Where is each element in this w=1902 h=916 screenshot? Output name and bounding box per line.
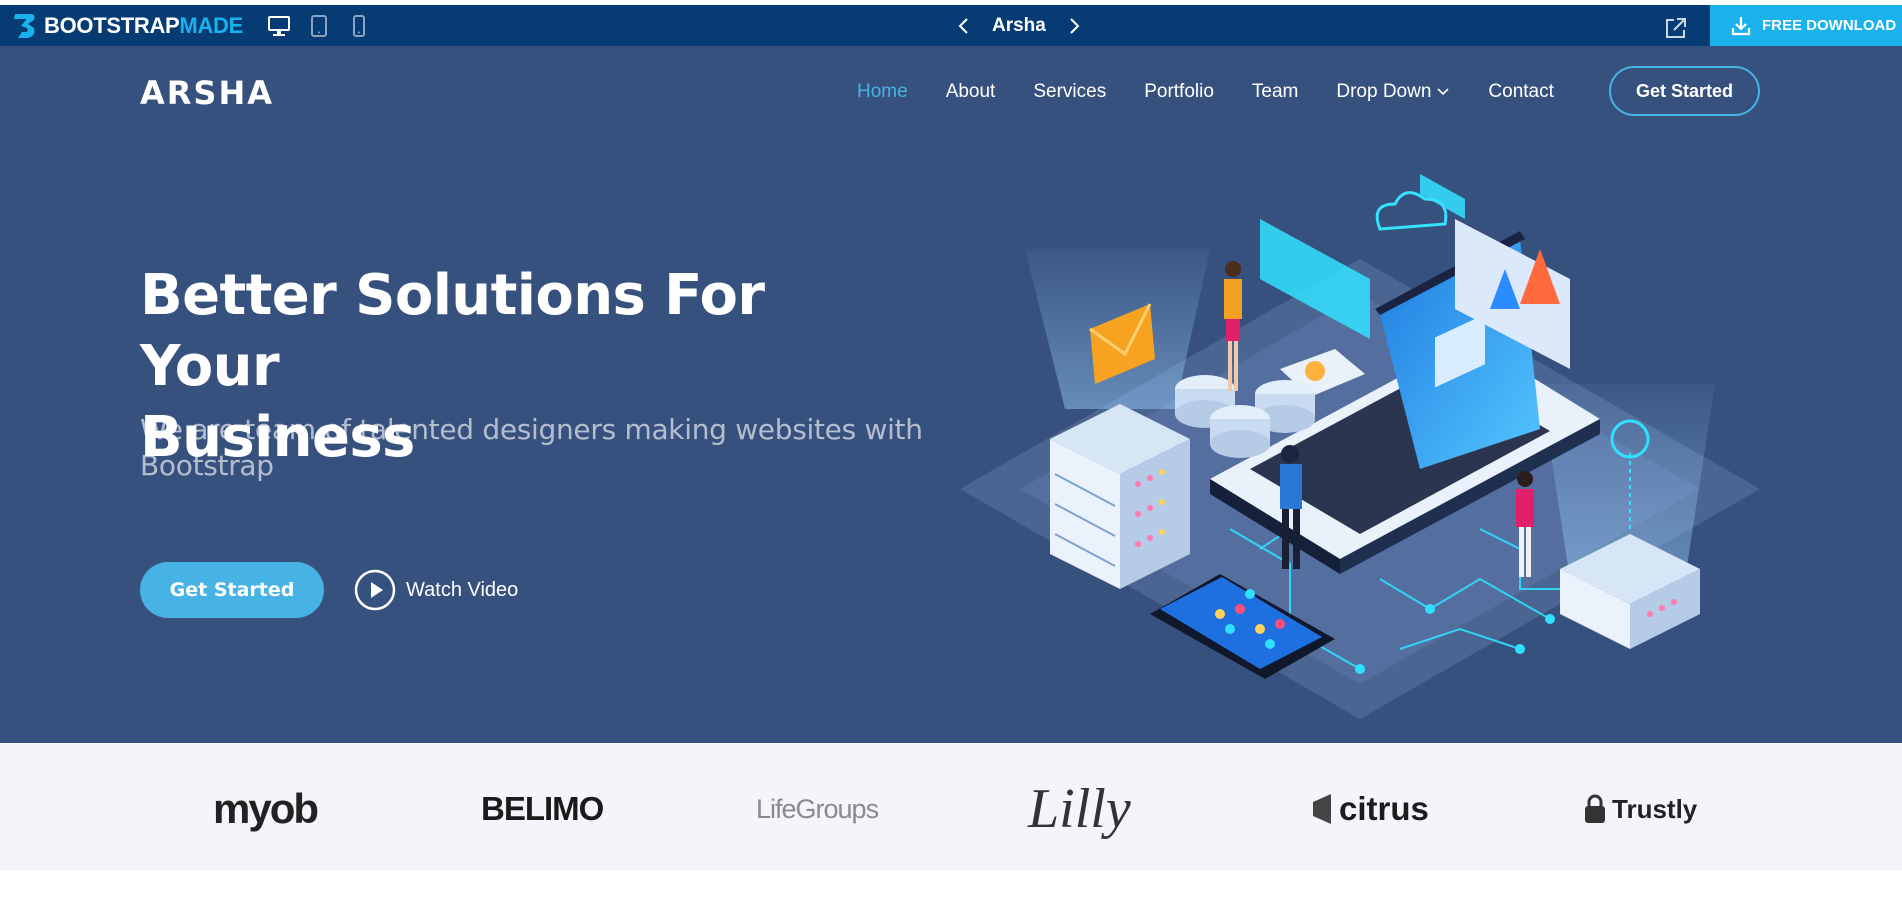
chevron-right-icon[interactable] — [1064, 16, 1084, 36]
hero-title-line1: Better Solutions For Your — [140, 263, 765, 399]
bootstrapmade-icon — [14, 14, 35, 38]
client-logo-belimo: BELIMO — [481, 790, 604, 827]
trustly-wordmark: Trustly — [1612, 793, 1698, 824]
client-logo-citrus: citrus — [1309, 779, 1429, 839]
citrus-mark-icon — [1313, 794, 1331, 824]
template-switcher: Arsha — [954, 15, 1084, 37]
free-download-button[interactable]: FREE DOWNLOAD — [1710, 5, 1902, 46]
nav-dropdown-label: Drop Down — [1336, 81, 1432, 102]
nav-portfolio[interactable]: Portfolio — [1144, 81, 1214, 103]
nav-team[interactable]: Team — [1252, 81, 1298, 103]
nav-contact[interactable]: Contact — [1488, 81, 1553, 103]
watch-video-button[interactable]: Watch Video — [354, 569, 518, 611]
hero-illustration — [960, 174, 1760, 719]
site-logo[interactable]: ARSHA — [140, 74, 274, 112]
desktop-icon[interactable] — [266, 14, 292, 38]
template-name: Arsha — [992, 15, 1046, 36]
play-circle-icon — [354, 569, 396, 611]
server-rack-left — [1050, 404, 1190, 589]
external-link-icon[interactable] — [1663, 15, 1689, 41]
bootstrapmade-wordmark: BOOTSTRAPMADE — [44, 13, 243, 38]
chevron-down-icon — [1437, 88, 1449, 96]
main-nav: Home About Services Portfolio Team Drop … — [857, 66, 1760, 116]
bootstrapmade-logo[interactable]: BOOTSTRAPMADE — [12, 12, 243, 40]
hero-subtitle: We are team of talented designers making… — [140, 413, 923, 482]
chevron-left-icon[interactable] — [954, 16, 974, 36]
client-logo-lifegroups: LifeGroups — [756, 793, 879, 824]
free-download-label: FREE DOWNLOAD — [1762, 17, 1897, 34]
client-logo-trustly: Trustly — [1582, 779, 1697, 839]
nav-services[interactable]: Services — [1033, 81, 1106, 103]
client-logo-myob: myob — [213, 785, 319, 832]
preview-bar: BOOTSTRAPMADE Arsha FREE DOWNLOAD — [0, 5, 1902, 46]
mobile-icon[interactable] — [346, 14, 372, 38]
citrus-wordmark: citrus — [1339, 790, 1429, 827]
device-switcher — [266, 14, 372, 38]
hero-section: ARSHA Home About Services Portfolio Team… — [0, 46, 1902, 743]
download-icon — [1731, 16, 1751, 35]
nav-dropdown[interactable]: Drop Down — [1336, 81, 1450, 103]
clients-section: myob BELIMO LifeGroups Lilly citrus Trus… — [0, 743, 1902, 870]
hero-get-started-button[interactable]: Get Started — [140, 562, 324, 618]
nav-about[interactable]: About — [946, 81, 996, 103]
nav-home[interactable]: Home — [857, 81, 908, 103]
lock-icon — [1585, 794, 1605, 823]
watch-video-label: Watch Video — [406, 578, 519, 601]
tablet-icon[interactable] — [306, 14, 332, 38]
client-logo-lilly: Lilly — [1028, 778, 1131, 840]
